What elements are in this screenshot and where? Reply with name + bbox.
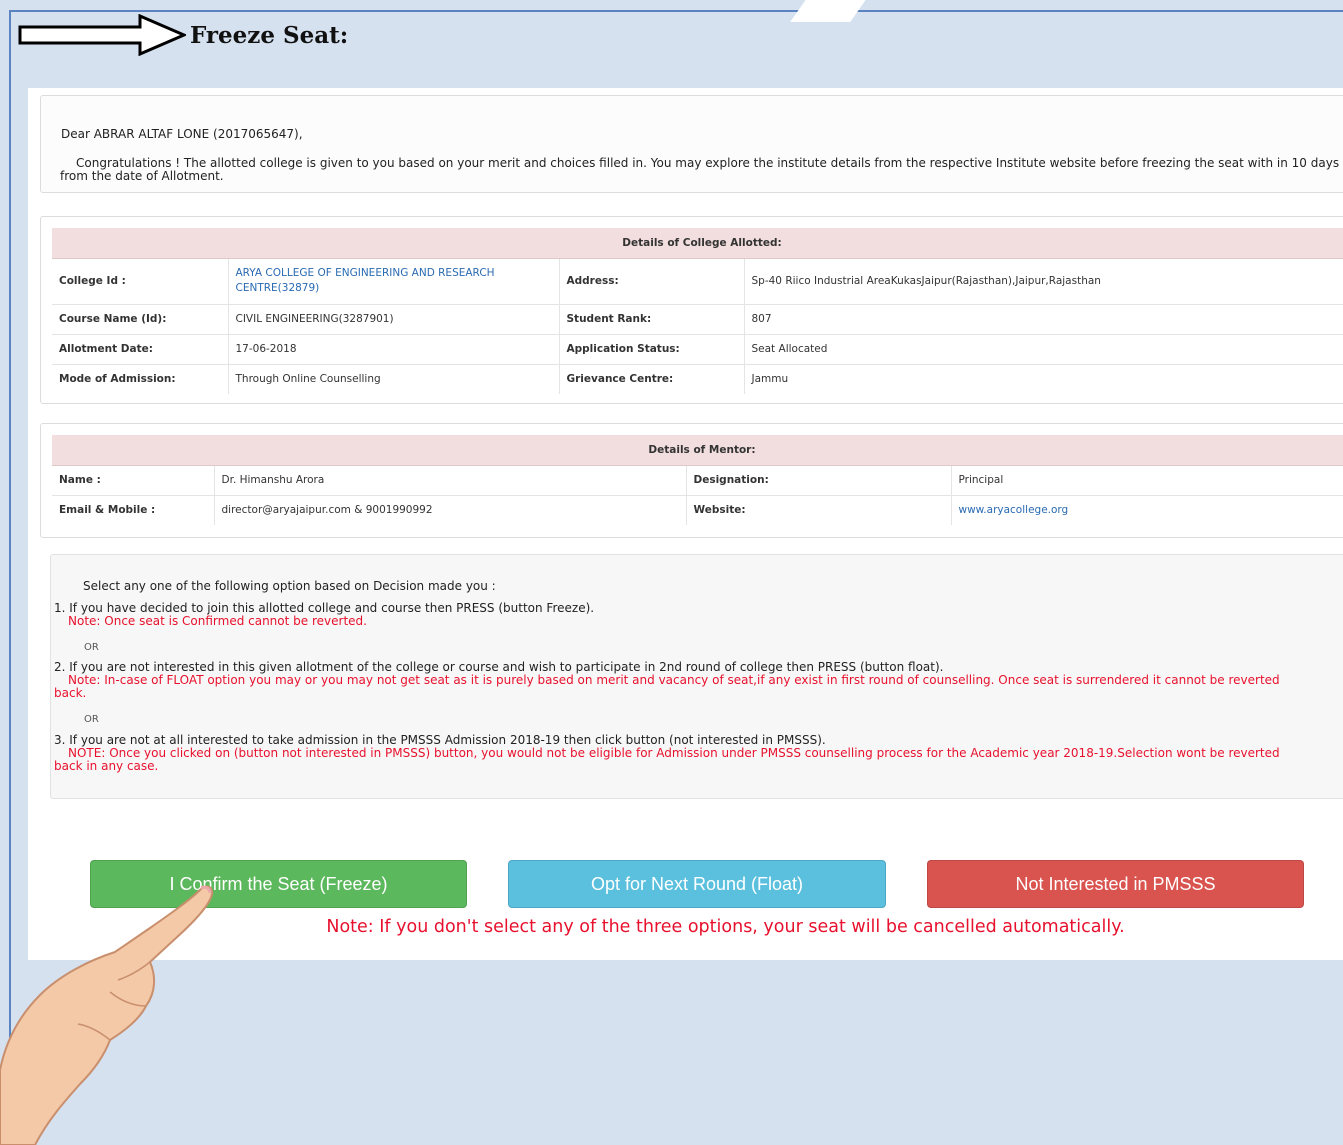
rank-label: Student Rank:: [558, 304, 744, 335]
address-value: Sp-40 Riico Industrial AreaKukasJaipur(R…: [743, 258, 1343, 305]
option-3: 3. If you are not at all interested to t…: [54, 734, 1343, 773]
application-status-value: Seat Allocated: [743, 334, 1343, 365]
option-1: 1. If you have decided to join this allo…: [54, 602, 594, 628]
option-3-note: NOTE: Once you clicked on (button not in…: [68, 746, 1280, 760]
heading-title: Freeze Seat:: [190, 21, 349, 49]
right-arrow-icon: [18, 14, 186, 56]
mentor-details-title: Details of Mentor:: [52, 435, 1343, 466]
allotment-date-value: 17-06-2018: [227, 334, 559, 365]
greeting-salutation: Dear ABRAR ALTAF LONE (2017065647),: [61, 127, 303, 141]
options-intro: Select any one of the following option b…: [83, 579, 496, 593]
option-2-note-end: back.: [54, 686, 87, 700]
college-id-code[interactable]: CENTRE(32879): [236, 281, 552, 296]
frame-top-border: [9, 10, 1343, 12]
pointing-hand-icon: [0, 885, 214, 1145]
float-button[interactable]: Opt for Next Round (Float): [508, 860, 886, 908]
greeting-panel: Dear ABRAR ALTAF LONE (2017065647), Cong…: [40, 95, 1343, 193]
grievance-value: Jammu: [743, 364, 1343, 394]
mode-label: Mode of Admission:: [59, 373, 176, 386]
college-name-link[interactable]: ARYA COLLEGE OF ENGINEERING AND RESEARCH: [236, 266, 552, 281]
college-details-title: Details of College Allotted:: [52, 228, 1343, 259]
greeting-message: Congratulations ! The allotted college i…: [60, 156, 1340, 183]
or-separator-2: OR: [84, 714, 99, 725]
decorative-mark: [790, 0, 870, 22]
rank-value: 807: [743, 304, 1343, 335]
option-1-note: Note: Once seat is Confirmed cannot be r…: [68, 614, 367, 628]
not-interested-button[interactable]: Not Interested in PMSSS: [927, 860, 1304, 908]
options-panel: Select any one of the following option b…: [50, 554, 1343, 799]
college-details-table: Details of College Allotted: College Id …: [52, 228, 1343, 394]
course-value: CIVIL ENGINEERING(3287901): [227, 304, 559, 335]
option-2-note: Note: In-case of FLOAT option you may or…: [68, 673, 1280, 687]
email-mobile-label: Email & Mobile :: [59, 504, 156, 517]
or-separator-1: OR: [84, 642, 99, 653]
designation-label: Designation:: [685, 465, 951, 496]
page-content: Dear ABRAR ALTAF LONE (2017065647), Cong…: [28, 88, 1343, 960]
mentor-details-panel: Details of Mentor: Name : Dr. Himanshu A…: [40, 423, 1343, 538]
mode-value: Through Online Counselling: [227, 364, 559, 394]
college-details-panel: Details of College Allotted: College Id …: [40, 216, 1343, 404]
allotment-date-label: Allotment Date:: [52, 334, 228, 365]
option-3-note-end: back in any case.: [54, 759, 159, 773]
designation-value: Principal: [950, 465, 1343, 496]
college-id-value[interactable]: ARYA COLLEGE OF ENGINEERING AND RESEARCH…: [227, 258, 559, 305]
application-status-label: Application Status:: [558, 334, 744, 365]
mentor-details-table: Details of Mentor: Name : Dr. Himanshu A…: [52, 435, 1343, 525]
mentor-name-label: Name :: [52, 465, 214, 496]
email-mobile-value: director@aryajaipur.com & 9001990992: [213, 495, 686, 525]
website-label: Website:: [685, 495, 951, 525]
college-id-label: College Id :: [52, 258, 228, 305]
course-label: Course Name (Id):: [52, 304, 228, 335]
website-link[interactable]: www.aryacollege.org: [950, 495, 1343, 525]
option-2: 2. If you are not interested in this giv…: [54, 661, 1343, 700]
section-heading: Freeze Seat:: [18, 14, 348, 56]
grievance-label: Grievance Centre:: [558, 364, 744, 394]
mentor-name-value: Dr. Himanshu Arora: [213, 465, 686, 496]
address-label: Address:: [558, 258, 744, 305]
